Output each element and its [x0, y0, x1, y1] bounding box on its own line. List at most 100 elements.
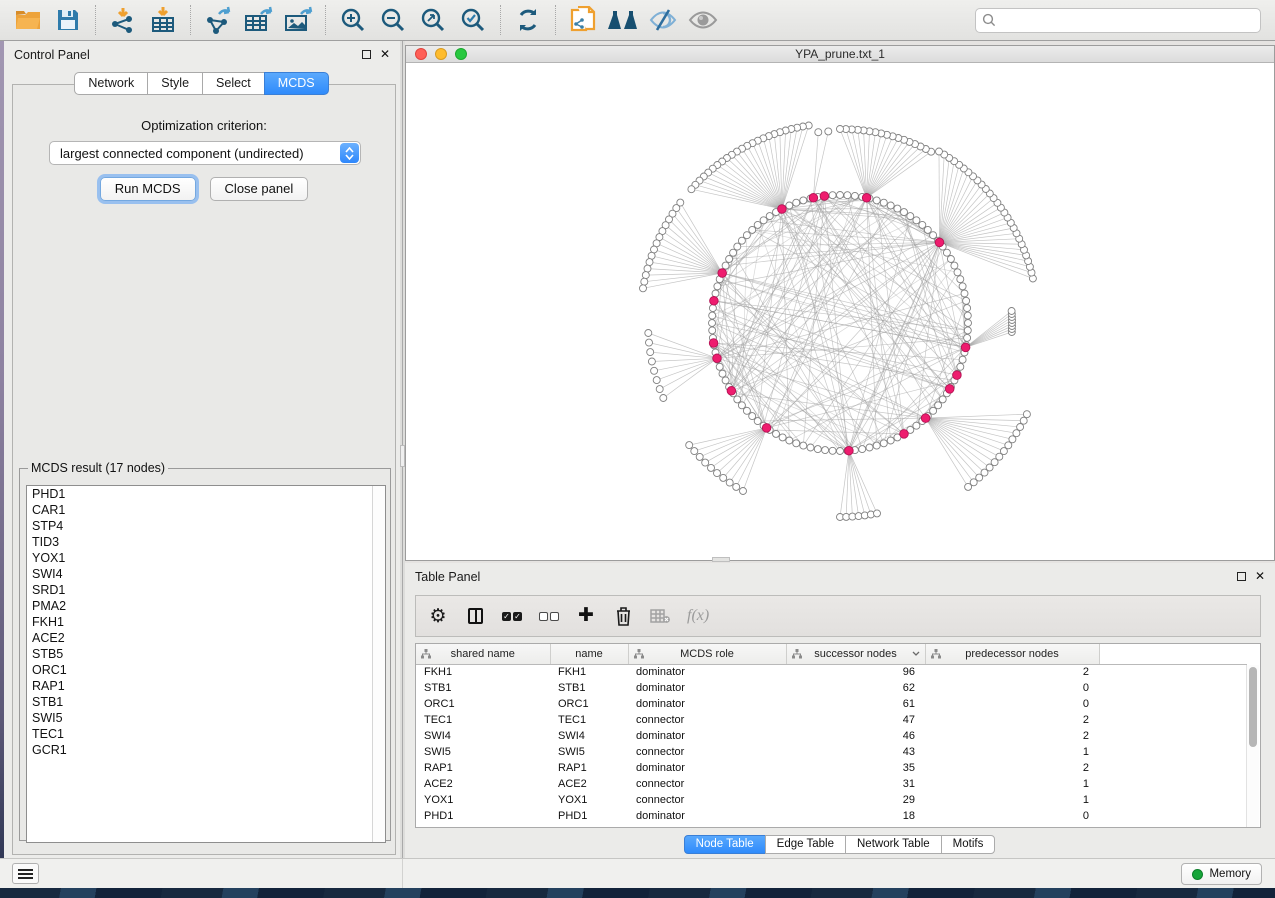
table-cell[interactable]: FKH1 — [550, 664, 628, 680]
table-cell[interactable]: 96 — [786, 664, 925, 680]
column-header-predecessor-nodes[interactable]: predecessor nodes — [925, 644, 1099, 664]
node-table[interactable]: shared namenameMCDS rolesuccessor nodesp… — [415, 643, 1261, 828]
list-item[interactable]: TID3 — [27, 534, 385, 550]
table-cell[interactable]: ORC1 — [416, 696, 550, 712]
table-cell[interactable]: dominator — [628, 680, 786, 696]
table-cell[interactable]: TEC1 — [416, 712, 550, 728]
criterion-dropdown[interactable]: largest connected component (undirected) — [49, 141, 361, 165]
eye-slash-icon[interactable] — [646, 5, 680, 35]
list-item[interactable]: ACE2 — [27, 630, 385, 646]
table-cell[interactable]: 0 — [925, 808, 1099, 824]
add-column-icon[interactable]: ✚ — [576, 604, 596, 628]
table-row[interactable]: FKH1FKH1dominator962 — [416, 664, 1247, 680]
tab-mcds[interactable]: MCDS — [264, 72, 329, 95]
mcds-result-list[interactable]: PHD1CAR1STP4TID3YOX1SWI4SRD1PMA2FKH1ACE2… — [26, 485, 386, 843]
column-header-name[interactable]: name — [550, 644, 628, 664]
table-cell[interactable]: 47 — [786, 712, 925, 728]
float-panel-icon[interactable] — [1237, 572, 1246, 581]
import-network-icon[interactable] — [106, 5, 140, 35]
table-cell[interactable]: 61 — [786, 696, 925, 712]
tab-motifs[interactable]: Motifs — [941, 835, 996, 854]
table-cell[interactable]: dominator — [628, 696, 786, 712]
table-cell[interactable]: ACE2 — [550, 776, 628, 792]
table-cell[interactable]: dominator — [628, 664, 786, 680]
table-cell[interactable]: SWI5 — [550, 744, 628, 760]
table-cell[interactable]: PHD1 — [550, 808, 628, 824]
eye-icon[interactable] — [686, 5, 720, 35]
list-item[interactable]: PMA2 — [27, 598, 385, 614]
table-cell[interactable]: 29 — [786, 792, 925, 808]
tab-node-table[interactable]: Node Table — [684, 835, 766, 854]
zoom-selected-icon[interactable] — [456, 5, 490, 35]
table-cell[interactable]: dominator — [628, 728, 786, 744]
table-cell[interactable]: FKH1 — [416, 664, 550, 680]
save-icon[interactable] — [51, 5, 85, 35]
table-cell[interactable]: SWI4 — [550, 728, 628, 744]
share-document-icon[interactable] — [566, 5, 600, 35]
table-cell[interactable]: 35 — [786, 760, 925, 776]
list-item[interactable]: YOX1 — [27, 550, 385, 566]
table-cell[interactable]: 2 — [925, 760, 1099, 776]
table-cell[interactable]: 31 — [786, 776, 925, 792]
table-row[interactable]: SWI4SWI4dominator462 — [416, 728, 1247, 744]
list-item[interactable]: TEC1 — [27, 726, 385, 742]
list-item[interactable]: STB5 — [27, 646, 385, 662]
zoom-fit-icon[interactable] — [416, 5, 450, 35]
close-panel-button[interactable]: Close panel — [210, 177, 309, 201]
table-cell[interactable]: TEC1 — [550, 712, 628, 728]
table-cell[interactable]: 2 — [925, 728, 1099, 744]
select-all-icon[interactable]: ✓✓ — [502, 604, 522, 628]
table-row[interactable]: SWI5SWI5connector431 — [416, 744, 1247, 760]
table-cell[interactable]: ORC1 — [550, 696, 628, 712]
table-cell[interactable]: PHD1 — [416, 808, 550, 824]
export-image-icon[interactable] — [281, 5, 315, 35]
table-cell[interactable]: 62 — [786, 680, 925, 696]
table-cell[interactable]: 1 — [925, 792, 1099, 808]
table-row[interactable]: STB1STB1dominator620 — [416, 680, 1247, 696]
table-cell[interactable]: 43 — [786, 744, 925, 760]
table-cell[interactable]: connector — [628, 712, 786, 728]
table-cell[interactable]: RAP1 — [550, 760, 628, 776]
panel-menu-button[interactable] — [12, 863, 39, 884]
table-cell[interactable]: connector — [628, 744, 786, 760]
column-header-successor-nodes[interactable]: successor nodes — [786, 644, 925, 664]
search-input[interactable] — [996, 13, 1254, 27]
export-table-icon[interactable] — [241, 5, 275, 35]
column-header-shared-name[interactable]: shared name — [416, 644, 550, 664]
list-item[interactable]: SWI5 — [27, 710, 385, 726]
import-table-icon[interactable] — [146, 5, 180, 35]
table-scrollbar[interactable] — [1246, 665, 1259, 827]
table-row[interactable]: RAP1RAP1dominator352 — [416, 760, 1247, 776]
table-cell[interactable]: 2 — [925, 712, 1099, 728]
list-item[interactable]: FKH1 — [27, 614, 385, 630]
export-network-icon[interactable] — [201, 5, 235, 35]
network-graph[interactable] — [406, 64, 1274, 560]
list-item[interactable]: SRD1 — [27, 582, 385, 598]
list-item[interactable]: STB1 — [27, 694, 385, 710]
table-cell[interactable]: 0 — [925, 696, 1099, 712]
network-window-titlebar[interactable]: YPA_prune.txt_1 — [406, 46, 1274, 63]
zoom-in-icon[interactable] — [336, 5, 370, 35]
table-cell[interactable]: connector — [628, 792, 786, 808]
list-item[interactable]: RAP1 — [27, 678, 385, 694]
tab-network-table[interactable]: Network Table — [845, 835, 942, 854]
table-cell[interactable]: 46 — [786, 728, 925, 744]
close-panel-icon[interactable]: ✕ — [380, 50, 390, 59]
table-row[interactable]: ORC1ORC1dominator610 — [416, 696, 1247, 712]
run-mcds-button[interactable]: Run MCDS — [100, 177, 196, 201]
columns-icon[interactable] — [465, 604, 485, 628]
zoom-out-icon[interactable] — [376, 5, 410, 35]
table-row[interactable]: TEC1TEC1connector472 — [416, 712, 1247, 728]
minimize-window-icon[interactable] — [435, 48, 447, 60]
list-item[interactable]: ORC1 — [27, 662, 385, 678]
float-panel-icon[interactable] — [362, 50, 371, 59]
table-cell[interactable]: 18 — [786, 808, 925, 824]
list-item[interactable]: STP4 — [27, 518, 385, 534]
table-row[interactable]: ACE2ACE2connector311 — [416, 776, 1247, 792]
tab-network[interactable]: Network — [74, 72, 148, 95]
column-header-MCDS-role[interactable]: MCDS role — [628, 644, 786, 664]
tab-select[interactable]: Select — [202, 72, 265, 95]
refresh-layout-icon[interactable] — [511, 5, 545, 35]
maximize-window-icon[interactable] — [455, 48, 467, 60]
table-cell[interactable]: ACE2 — [416, 776, 550, 792]
